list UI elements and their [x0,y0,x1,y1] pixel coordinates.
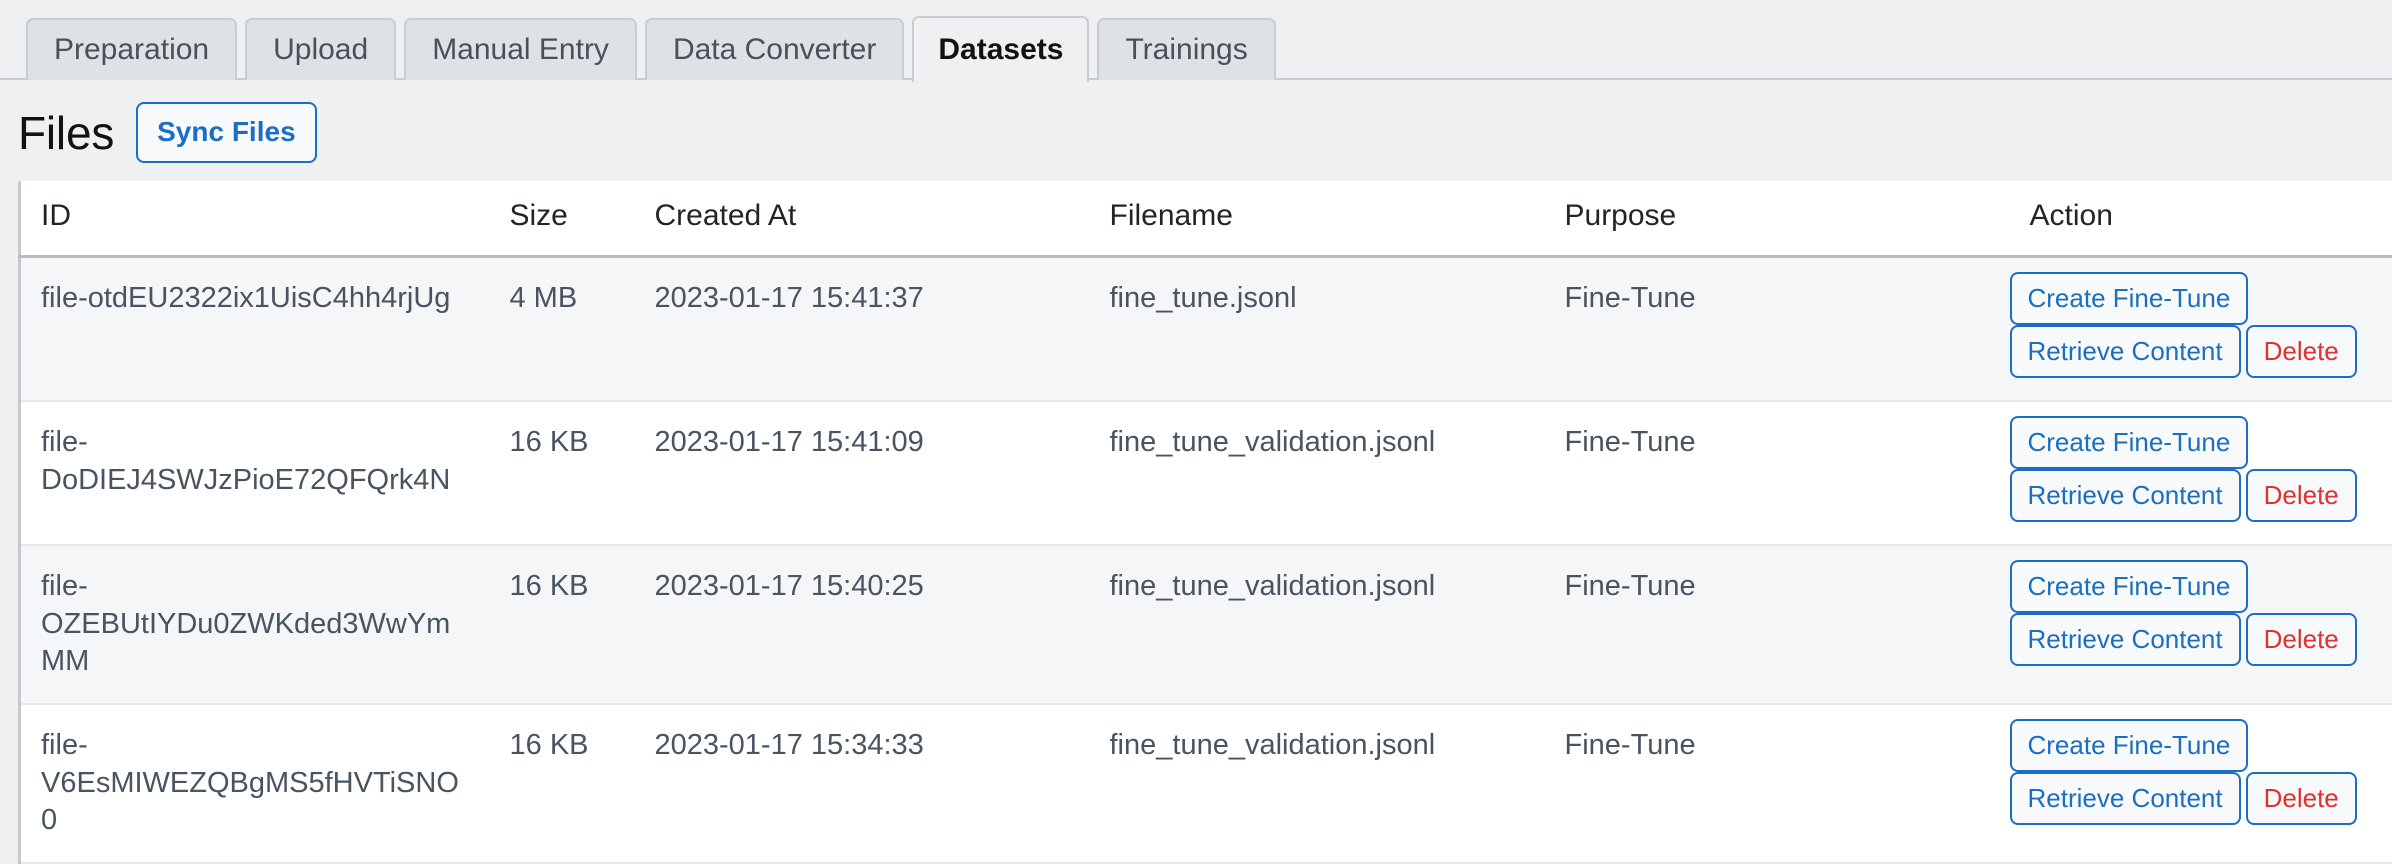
files-table: IDSizeCreated AtFilenamePurposeAction fi… [18,181,2392,864]
file-size: 16 KB [490,704,635,863]
file-name: fine_tune_validation.jsonl [1090,401,1545,545]
delete-button[interactable]: Delete [2246,325,2357,378]
file-actions: Create Fine-TuneRetrieve ContentDelete [2010,545,2392,704]
retrieve-content-button[interactable]: Retrieve Content [2010,469,2241,522]
tab-trainings[interactable]: Trainings [1097,18,1275,80]
file-created-at: 2023-01-17 15:40:25 [635,545,1090,704]
tab-preparation[interactable]: Preparation [26,18,237,80]
table-row: file-OZEBUtIYDu0ZWKded3WwYmMM16 KB2023-0… [20,545,2392,704]
tab-upload[interactable]: Upload [245,18,396,80]
file-id: file-OZEBUtIYDu0ZWKded3WwYmMM [20,545,490,704]
create-fine-tune-button[interactable]: Create Fine-Tune [2010,272,2249,325]
retrieve-content-button[interactable]: Retrieve Content [2010,772,2241,825]
create-fine-tune-button[interactable]: Create Fine-Tune [2010,416,2249,469]
table-row: file-otdEU2322ix1UisC4hh4rjUg4 MB2023-01… [20,257,2392,402]
files-table-body: file-otdEU2322ix1UisC4hh4rjUg4 MB2023-01… [20,257,2392,864]
file-actions: Create Fine-TuneRetrieve ContentDelete [2010,401,2392,545]
file-name: fine_tune_validation.jsonl [1090,545,1545,704]
column-header-action: Action [2010,181,2392,257]
file-created-at: 2023-01-17 15:41:37 [635,257,1090,402]
column-header-purpose: Purpose [1545,181,2010,257]
file-id: file-DoDIEJ4SWJzPioE72QFQrk4N [20,401,490,545]
create-fine-tune-button[interactable]: Create Fine-Tune [2010,719,2249,772]
file-size: 16 KB [490,401,635,545]
tab-data-converter[interactable]: Data Converter [645,18,904,80]
file-actions: Create Fine-TuneRetrieve ContentDelete [2010,704,2392,863]
table-header-row: IDSizeCreated AtFilenamePurposeAction [20,181,2392,257]
column-header-filename: Filename [1090,181,1545,257]
delete-button[interactable]: Delete [2246,772,2357,825]
file-size: 4 MB [490,257,635,402]
column-header-created-at: Created At [635,181,1090,257]
table-row: file-V6EsMIWEZQBgMS5fHVTiSNO016 KB2023-0… [20,704,2392,863]
delete-button[interactable]: Delete [2246,469,2357,522]
file-purpose: Fine-Tune [1545,704,2010,863]
file-actions: Create Fine-TuneRetrieve ContentDelete [2010,257,2392,402]
delete-button[interactable]: Delete [2246,613,2357,666]
file-created-at: 2023-01-17 15:34:33 [635,704,1090,863]
file-id: file-V6EsMIWEZQBgMS5fHVTiSNO0 [20,704,490,863]
page-title: Files [18,110,114,156]
file-purpose: Fine-Tune [1545,401,2010,545]
file-name: fine_tune_validation.jsonl [1090,704,1545,863]
file-purpose: Fine-Tune [1545,545,2010,704]
column-header-id: ID [20,181,490,257]
file-name: fine_tune.jsonl [1090,257,1545,402]
retrieve-content-button[interactable]: Retrieve Content [2010,613,2241,666]
files-table-wrap: IDSizeCreated AtFilenamePurposeAction fi… [0,181,2392,864]
table-row: file-DoDIEJ4SWJzPioE72QFQrk4N16 KB2023-0… [20,401,2392,545]
files-table-head: IDSizeCreated AtFilenamePurposeAction [20,181,2392,257]
files-header: Files Sync Files [0,80,2392,181]
create-fine-tune-button[interactable]: Create Fine-Tune [2010,560,2249,613]
tab-bar: PreparationUploadManual EntryData Conver… [0,0,2392,80]
file-size: 16 KB [490,545,635,704]
column-header-size: Size [490,181,635,257]
file-purpose: Fine-Tune [1545,257,2010,402]
tab-manual-entry[interactable]: Manual Entry [404,18,637,80]
tab-datasets[interactable]: Datasets [912,16,1089,82]
retrieve-content-button[interactable]: Retrieve Content [2010,325,2241,378]
file-created-at: 2023-01-17 15:41:09 [635,401,1090,545]
file-id: file-otdEU2322ix1UisC4hh4rjUg [20,257,490,402]
sync-files-button[interactable]: Sync Files [136,102,317,163]
